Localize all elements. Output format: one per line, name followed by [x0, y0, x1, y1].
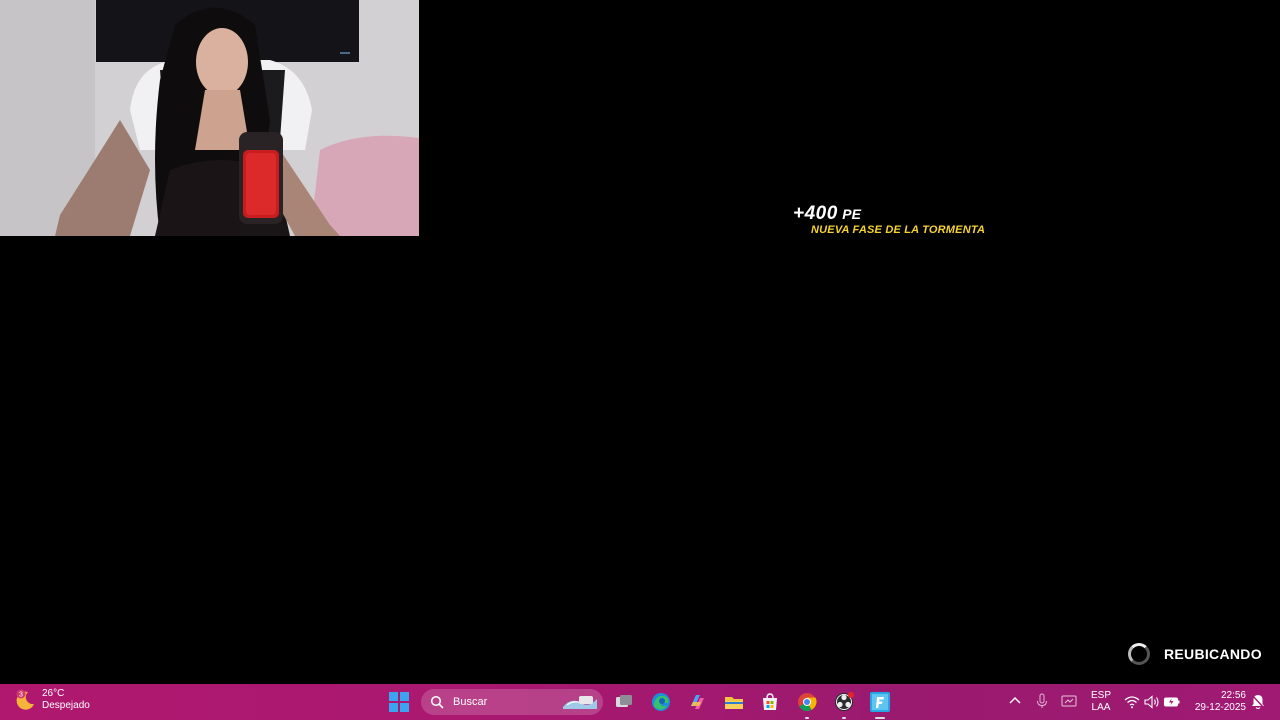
pe-unit: PE	[842, 206, 861, 222]
weather-badge: 3	[19, 692, 23, 699]
pe-gain-notification: +400 PE	[793, 203, 861, 225]
screen: +400 PE NUEVA FASE DE LA TORMENTA REUBIC…	[0, 0, 1280, 720]
chevron-up-icon[interactable]	[1006, 692, 1024, 710]
webcam-overlay	[0, 0, 419, 236]
search-placeholder: Buscar	[453, 696, 488, 708]
fortnite-icon[interactable]	[869, 691, 891, 719]
clock[interactable]: 22:56 29-12-2025	[1190, 690, 1246, 714]
pe-amount: +400	[793, 203, 838, 224]
microsoft-store-icon[interactable]	[759, 691, 781, 713]
clock-time: 22:56	[1220, 690, 1246, 701]
windows-logo-tile	[389, 692, 398, 701]
search-icon	[430, 695, 444, 709]
task-view-icon[interactable]	[613, 691, 635, 713]
file-explorer-icon[interactable]	[723, 691, 745, 713]
weather-temp: 26°C	[42, 688, 65, 699]
windows-logo-tile	[400, 703, 409, 712]
keyboard-layout-code: LAA	[1091, 702, 1111, 713]
input-language-indicator[interactable]: ESP LAA	[1091, 690, 1111, 714]
volume-icon[interactable]	[1143, 693, 1161, 711]
search-box[interactable]: Buscar	[421, 689, 603, 715]
loading-spinner-icon	[1128, 643, 1150, 665]
taskbar: 3 26°C Despejado Buscar ESP LAA 22:56 29…	[0, 684, 1280, 720]
windows-logo-tile	[400, 692, 409, 701]
clock-date: 29-12-2025	[1194, 702, 1246, 713]
microphone-icon[interactable]	[1033, 692, 1051, 710]
language-code: ESP	[1091, 690, 1112, 701]
copilot-icon[interactable]	[686, 691, 708, 713]
wifi-icon[interactable]	[1123, 693, 1141, 711]
edge-icon[interactable]	[650, 691, 672, 713]
obs-studio-icon[interactable]	[833, 691, 855, 719]
moon-icon: 3	[14, 689, 36, 711]
storm-phase-message: NUEVA FASE DE LA TORMENTA	[811, 224, 986, 236]
battery-charging-icon[interactable]	[1163, 693, 1181, 711]
relocating-label: REUBICANDO	[1164, 646, 1262, 662]
weather-widget[interactable]: 3 26°C Despejado	[14, 688, 90, 712]
start-button[interactable]	[389, 692, 409, 712]
relocating-indicator: REUBICANDO	[1128, 643, 1262, 665]
search-highlight-art-icon	[561, 693, 599, 711]
chrome-icon[interactable]	[796, 691, 818, 719]
display-mirror-icon[interactable]	[1060, 692, 1078, 710]
notification-bell-icon[interactable]	[1250, 693, 1266, 711]
weather-condition: Despejado	[42, 700, 90, 711]
windows-logo-tile	[389, 703, 398, 712]
